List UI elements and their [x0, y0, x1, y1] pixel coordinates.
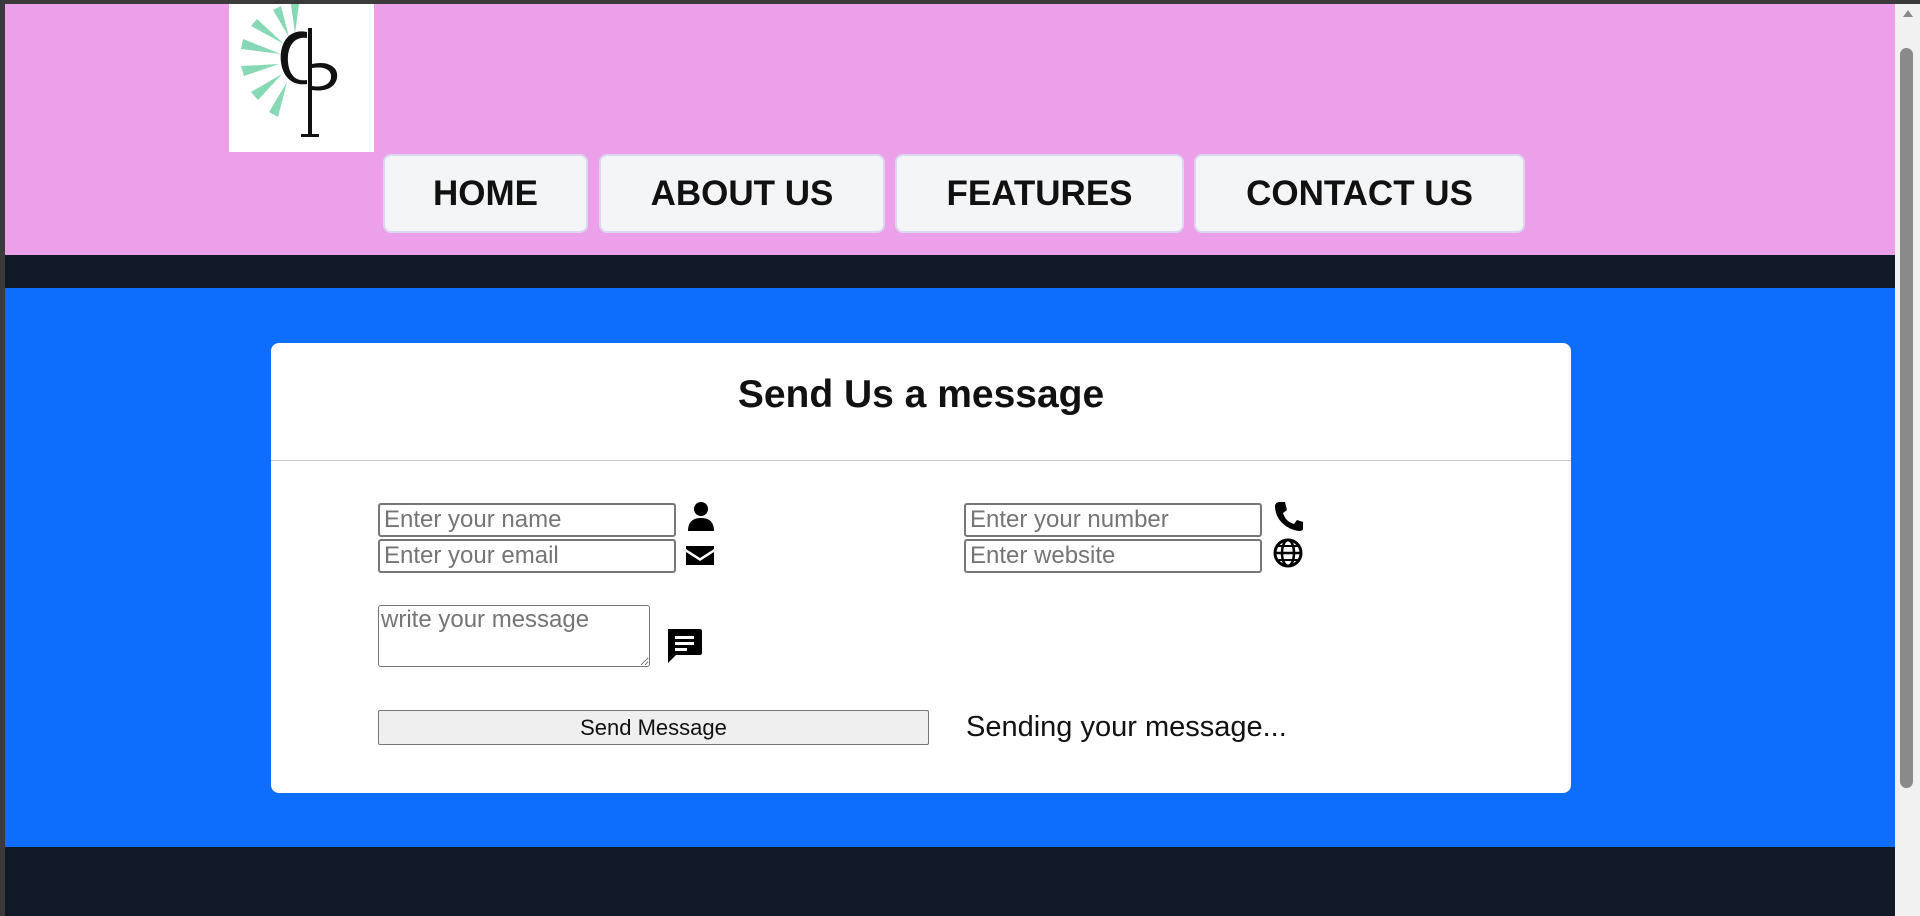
title-divider [271, 460, 1571, 461]
message-textarea[interactable] [378, 605, 650, 667]
form-title: Send Us a message [737, 373, 1105, 416]
phone-icon [1275, 502, 1303, 531]
site-header: HOME ABOUT US FEATURES CONTACT US [5, 4, 1895, 255]
vertical-scrollbar[interactable] [1895, 4, 1920, 916]
envelope-icon [686, 546, 714, 565]
sending-status-text: Sending your message... [966, 711, 1287, 743]
scrollbar-thumb[interactable] [1900, 48, 1913, 788]
nav-about-us-button[interactable]: ABOUT US [599, 154, 885, 233]
website-input[interactable] [964, 539, 1262, 573]
nav-contact-us-button[interactable]: CONTACT US [1194, 154, 1525, 233]
send-message-button[interactable]: Send Message [378, 710, 929, 745]
scroll-up-arrow-icon[interactable] [1903, 10, 1913, 17]
message-icon [668, 629, 702, 663]
name-input[interactable] [378, 503, 676, 537]
nav-features-button[interactable]: FEATURES [895, 154, 1184, 233]
site-logo[interactable] [229, 4, 374, 152]
globe-icon [1273, 538, 1303, 568]
logo-image [241, 4, 338, 137]
contact-form-card: Send Us a message Enter your name Enter … [271, 343, 1571, 793]
user-icon [688, 502, 714, 531]
page-viewport: HOME ABOUT US FEATURES CONTACT US Send U… [5, 4, 1895, 916]
nav-home-button[interactable]: HOME [383, 154, 588, 233]
number-input[interactable] [964, 503, 1262, 537]
email-input[interactable] [378, 539, 676, 573]
contact-section: Send Us a message Enter your name Enter … [5, 288, 1895, 847]
header-divider-band [5, 255, 1895, 288]
